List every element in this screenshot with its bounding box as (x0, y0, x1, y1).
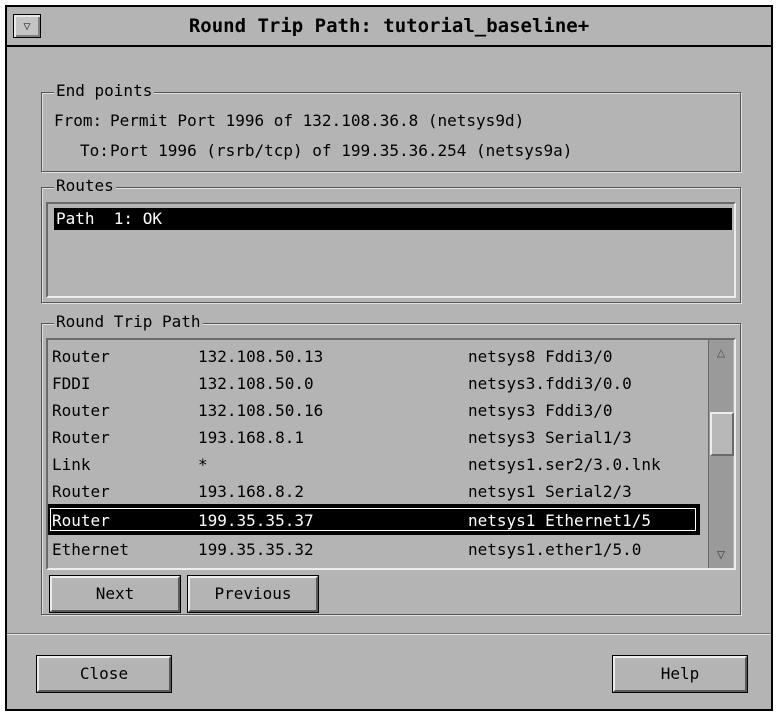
scrollbar-thumb[interactable] (710, 412, 734, 456)
row-address: 199.35.35.37 (198, 511, 314, 530)
endpoints-label: End points (54, 81, 155, 100)
up-arrow-icon[interactable]: △ (711, 342, 731, 364)
round-trip-path-dialog: ▽ Round Trip Path: tutorial_baseline+ En… (5, 5, 773, 711)
help-button[interactable]: Help (612, 655, 748, 693)
round-trip-group: Round Trip Path Router 132.108.50.13 net… (41, 312, 741, 615)
from-value: Permit Port 1996 of 132.108.36.8 (netsys… (110, 111, 525, 130)
row-address: 132.108.50.16 (198, 401, 324, 420)
down-arrow-icon[interactable]: ▽ (711, 544, 731, 566)
row-address: 132.108.50.0 (198, 374, 314, 393)
row-interface: netsys1 Ethernet1/5 (468, 511, 652, 530)
row-address: 199.35.35.32 (198, 540, 314, 559)
to-label: To: (80, 141, 109, 160)
table-row[interactable]: Ethernet 199.35.35.32 netsys1.ether1/5.0 (48, 535, 698, 562)
row-type: Ethernet (52, 540, 130, 559)
table-row[interactable]: Router 193.168.8.1 netsys3 Serial1/3 (48, 423, 698, 450)
vertical-scrollbar[interactable]: △ ▽ (708, 340, 734, 568)
table-row-selected[interactable]: Router 199.35.35.37 netsys1 Ethernet1/5 (48, 504, 700, 535)
row-type: Router (52, 482, 110, 501)
to-value: Port 1996 (rsrb/tcp) of 199.35.36.254 (n… (110, 141, 573, 160)
row-type: Router (52, 511, 110, 530)
row-address: * (198, 455, 208, 474)
row-type: Router (52, 401, 110, 420)
row-address: 193.168.8.2 (198, 482, 304, 501)
table-row[interactable]: Router 193.168.8.2 netsys1 Serial2/3 (48, 477, 698, 504)
row-interface: netsys3 Fddi3/0 (468, 401, 613, 420)
row-type: FDDI (52, 374, 91, 393)
row-interface: netsys1.ether1/5.0 (468, 540, 642, 559)
round-trip-label: Round Trip Path (54, 312, 203, 331)
row-type: Link (52, 455, 91, 474)
title-bar[interactable]: ▽ Round Trip Path: tutorial_baseline+ (7, 7, 771, 47)
window-title: Round Trip Path: tutorial_baseline+ (188, 15, 590, 37)
table-row[interactable]: Link * netsys1.ser2/3.0.lnk (48, 450, 698, 477)
routes-list[interactable]: Path 1: OK (46, 202, 736, 298)
table-row[interactable]: FDDI 132.108.50.0 netsys3.fddi3/0.0 (48, 369, 698, 396)
next-button[interactable]: Next (49, 575, 181, 613)
row-interface: netsys3 Serial1/3 (468, 428, 632, 447)
endpoints-group: End points From: Permit Port 1996 of 132… (41, 81, 741, 172)
close-button[interactable]: Close (36, 655, 172, 693)
row-interface: netsys8 Fddi3/0 (468, 347, 613, 366)
routes-label: Routes (54, 176, 116, 195)
footer-separator (7, 633, 771, 635)
row-address: 193.168.8.1 (198, 428, 304, 447)
from-label: From: (54, 111, 103, 130)
table-row[interactable]: Router 132.108.50.13 netsys8 Fddi3/0 (48, 342, 698, 369)
row-type: Router (52, 428, 110, 447)
row-interface: netsys1.ser2/3.0.lnk (468, 455, 661, 474)
previous-button[interactable]: Previous (187, 575, 319, 613)
route-item-selected[interactable]: Path 1: OK (54, 208, 732, 230)
table-row[interactable]: Router 132.108.50.16 netsys3 Fddi3/0 (48, 396, 698, 423)
routes-group: Routes Path 1: OK (41, 176, 741, 303)
row-interface: netsys1 Serial2/3 (468, 482, 632, 501)
round-trip-list[interactable]: Router 132.108.50.13 netsys8 Fddi3/0 FDD… (46, 338, 736, 570)
row-interface: netsys3.fddi3/0.0 (468, 374, 632, 393)
row-address: 132.108.50.13 (198, 347, 324, 366)
row-type: Router (52, 347, 110, 366)
